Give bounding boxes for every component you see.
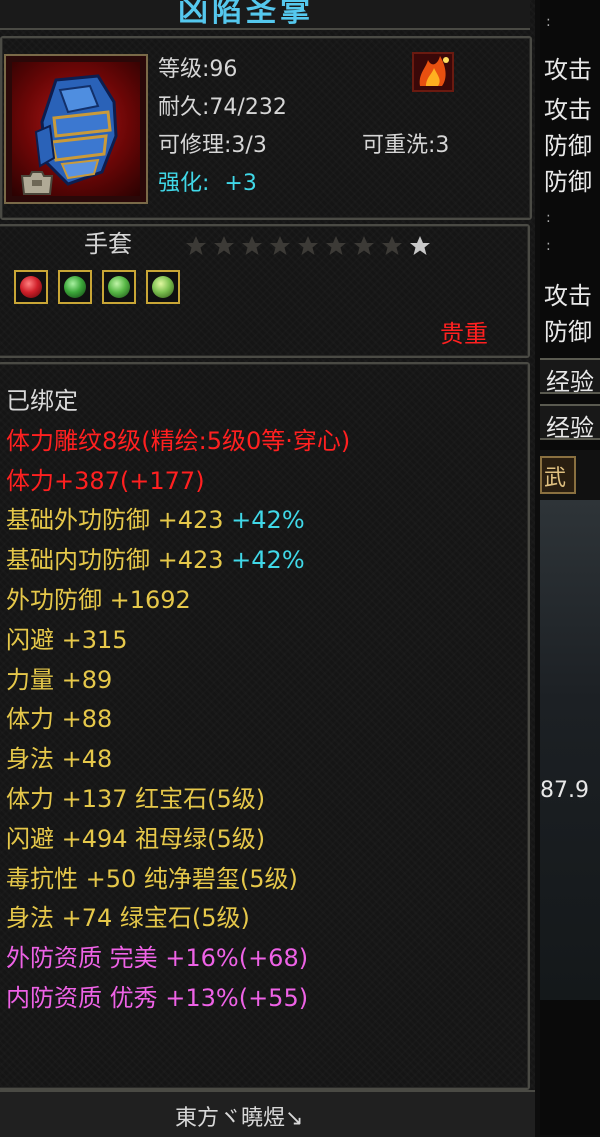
side-defense-2: 防御 [544, 168, 592, 196]
stat-text: 已绑定 [6, 387, 78, 415]
star-icon [354, 236, 374, 255]
durability-text: 耐久:74/232 [158, 95, 287, 120]
side-attack-2: 攻击 [544, 96, 592, 124]
side-value: 87.9 [540, 778, 589, 803]
star-icon [242, 236, 262, 255]
repairable-text: 可修理:3/3 [158, 133, 267, 158]
game-scene-area: 87.9 [540, 500, 600, 1000]
side-defense-3: 防御 [544, 318, 592, 346]
exp-bar-2[interactable]: 经验 [540, 404, 600, 442]
stat-text: 外功防御 +1692 [6, 586, 191, 614]
item-tooltip-panel: 凶陷圣掌 等级:96 耐久:74/232 可修理:3/3 可重洗:3 强化: +… [0, 0, 535, 1137]
gem-slot-1[interactable] [14, 270, 48, 304]
star-rating [186, 236, 430, 255]
stat-text: 身法 +48 [6, 745, 113, 774]
side-tab[interactable]: 武 [540, 456, 576, 494]
side-attack-3: 攻击 [544, 282, 592, 310]
stat-line: 毒抗性 +50 纯净碧玺(5级) [6, 864, 298, 894]
rewash-text: 可重洗:3 [362, 133, 450, 158]
star-icon [298, 236, 318, 255]
stat-bonus: +42% [223, 506, 305, 535]
green-gem-icon [64, 276, 86, 298]
stat-line: 外功防御 +1692 [6, 585, 191, 615]
title-bar: 凶陷圣掌 [0, 0, 530, 30]
stat-line: 力量 +89 [6, 665, 112, 695]
stat-text: 体力+387(+177) [6, 466, 205, 495]
stat-line: 闪避 +494 祖母绿(5级) [6, 824, 265, 854]
stat-text: 闪避 +315 [6, 625, 128, 654]
enhance-value: +3 [224, 171, 257, 196]
star-icon [214, 236, 234, 255]
stat-text: 闪避 +494 祖母绿(5级) [6, 824, 266, 853]
stat-line: 体力 +88 [6, 704, 112, 734]
star-icon [270, 236, 290, 255]
stat-line: 外防资质 完美 +16%(+68) [6, 943, 308, 973]
level-text: 等级:96 [158, 57, 238, 82]
footer-bar: 東方ヾ曉煜↘ [0, 1090, 535, 1137]
gem-slot-4[interactable] [146, 270, 180, 304]
star-icon [186, 236, 206, 255]
stat-line: 体力雕纹8级(精绘:5级0等·穿心) [6, 426, 350, 456]
stat-line: 体力 +137 红宝石(5级) [6, 784, 265, 814]
green-gem-icon [108, 276, 130, 298]
item-name: 凶陷圣掌 [178, 0, 314, 29]
stat-line: 基础外功防御 +423 +42% [6, 505, 305, 535]
stat-text: 身法 +74 绿宝石(5级) [6, 904, 250, 933]
item-icon-frame[interactable] [4, 54, 148, 204]
stat-bonus: +42% [223, 546, 305, 575]
item-type: 手套 [84, 230, 132, 258]
gem-slot-3[interactable] [102, 270, 136, 304]
enhance-label: 强化: [158, 171, 210, 196]
stat-line: 体力+387(+177) [6, 466, 205, 496]
stat-line: 基础内功防御 +423 +42% [6, 545, 305, 575]
blue-gauntlet-icon [12, 62, 140, 196]
exp-bar-1[interactable]: 经验 [540, 358, 600, 396]
star-icon [410, 236, 430, 255]
flame-rune-icon [412, 52, 454, 92]
stat-line: 身法 +74 绿宝石(5级) [6, 903, 250, 933]
star-icon [326, 236, 346, 255]
stat-text: 基础内功防御 +423 [6, 546, 224, 575]
stat-text: 体力 +88 [6, 705, 113, 734]
stat-line: 已绑定 [6, 386, 78, 416]
stat-text: 内防资质 优秀 +13%(+55) [6, 984, 309, 1012]
star-icon [382, 236, 402, 255]
stat-line: 身法 +48 [6, 744, 112, 774]
enhance-row: 强化: +3 [158, 170, 257, 198]
side-attack-1: 攻击 [544, 56, 592, 84]
bag-icon [20, 171, 54, 195]
rarity-text: 贵重 [440, 320, 488, 348]
jade-gem-icon [152, 276, 174, 298]
side-defense-1: 防御 [544, 132, 592, 160]
stat-text: 毒抗性 +50 纯净碧玺(5级) [6, 864, 298, 893]
stat-line: 内防资质 优秀 +13%(+55) [6, 983, 308, 1013]
stat-text: 体力雕纹8级(精绘:5级0等·穿心) [6, 426, 351, 455]
gem-slot-2[interactable] [58, 270, 92, 304]
stat-text: 体力 +137 红宝石(5级) [6, 785, 266, 813]
stat-text: 外防资质 完美 +16%(+68) [6, 944, 309, 973]
stat-line: 闪避 +315 [6, 625, 128, 655]
stat-text: 力量 +89 [6, 665, 113, 694]
side-tab-strip: 武 [540, 450, 600, 500]
stat-text: 基础外功防御 +423 [6, 506, 224, 535]
red-gem-icon [20, 276, 42, 298]
owner-name: 東方ヾ曉煜↘ [175, 1106, 304, 1131]
